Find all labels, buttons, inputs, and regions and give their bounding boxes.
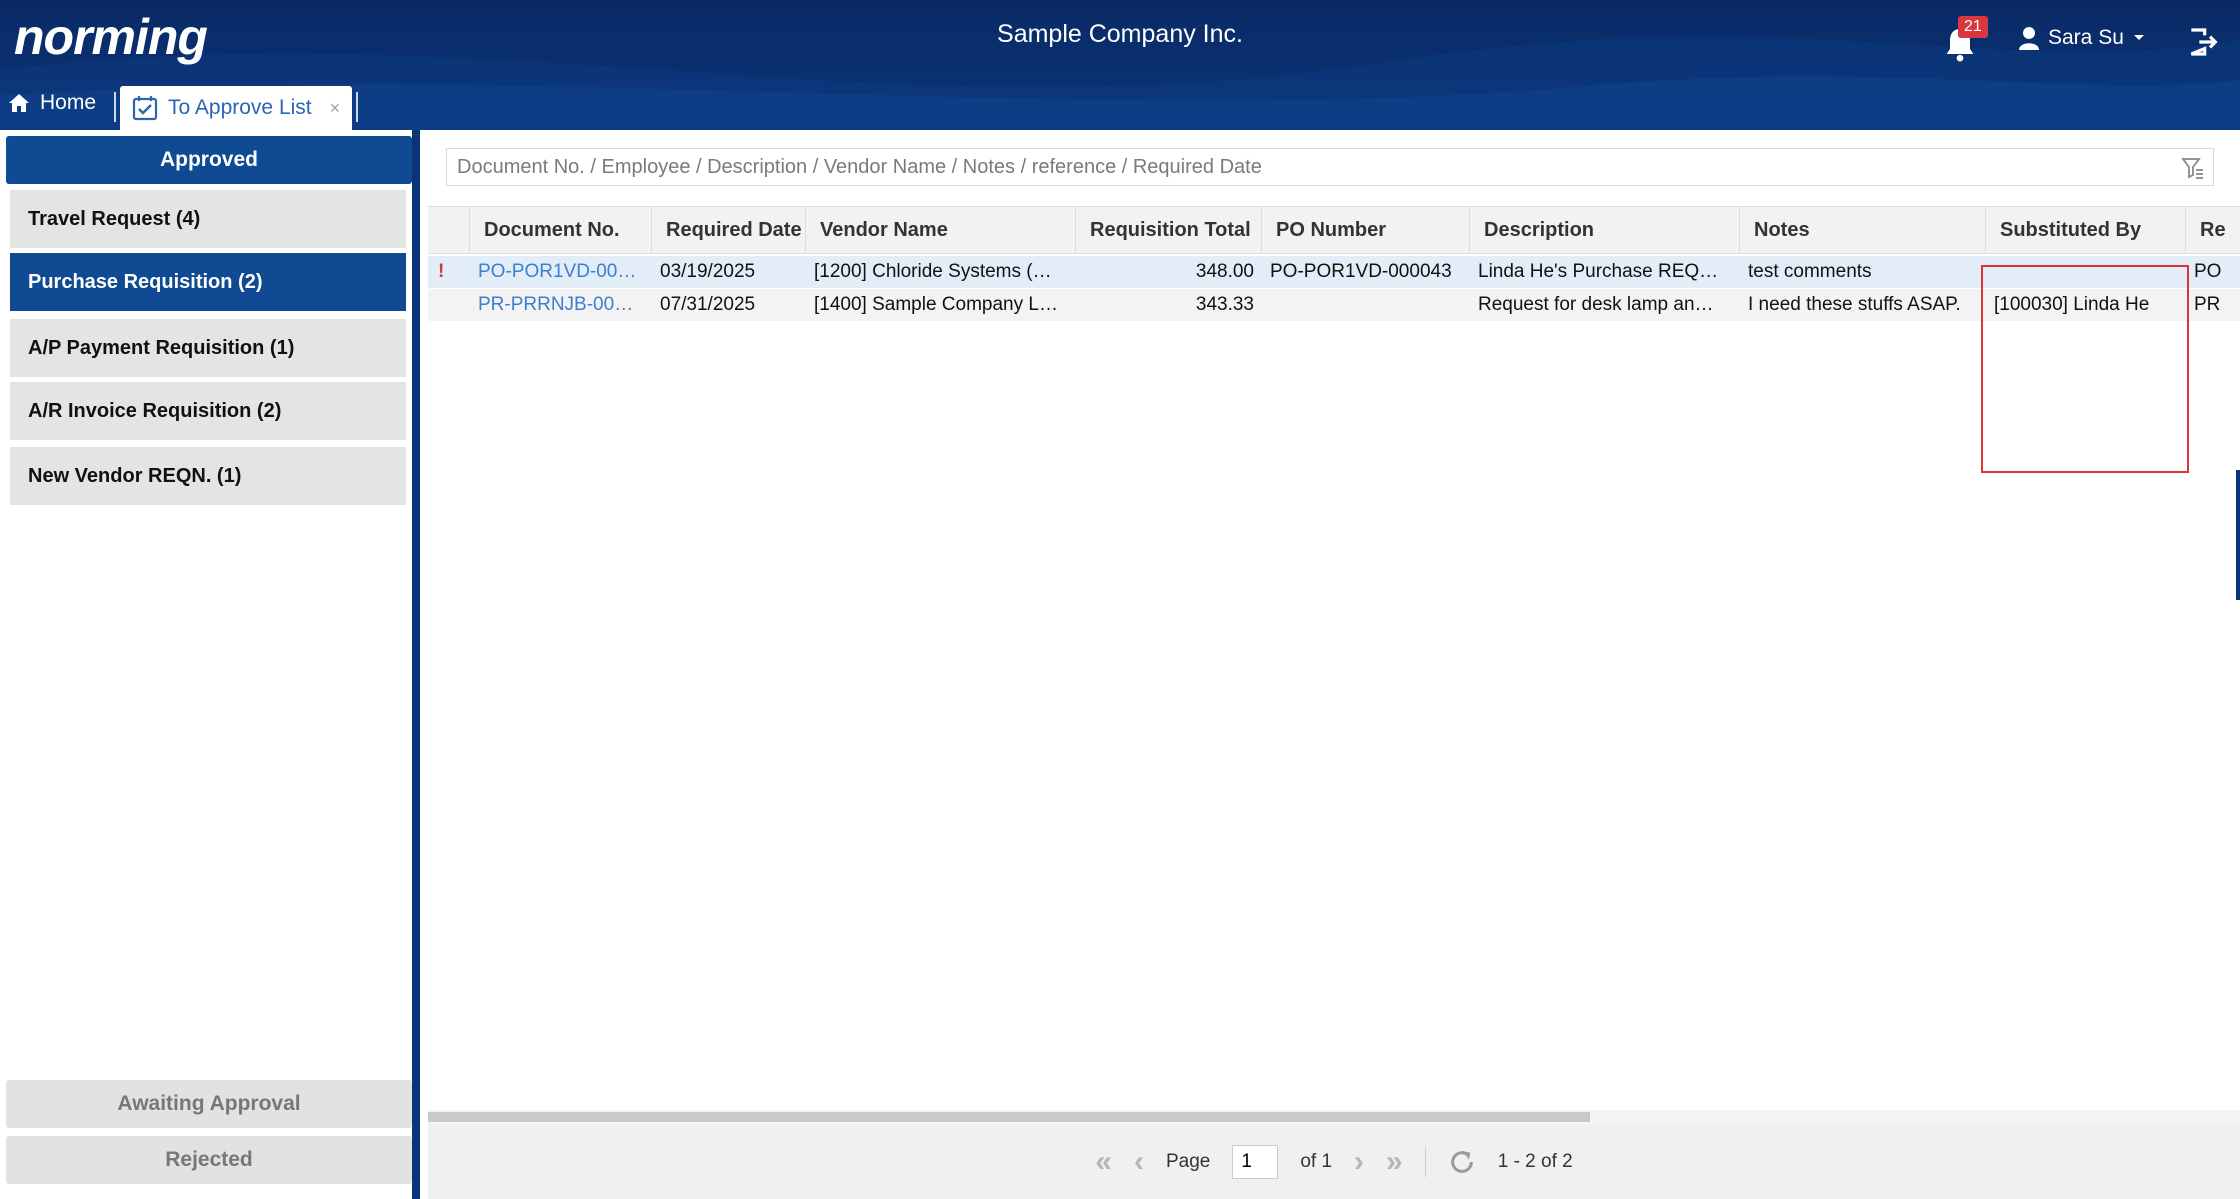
tab-divider (356, 92, 359, 122)
col-header-document-no[interactable]: Document No. (470, 207, 652, 253)
sidebar-item-ar-invoice-requisition[interactable]: A/R Invoice Requisition (2) (10, 382, 406, 440)
grid-header: Document No. Required Date Vendor Name R… (428, 206, 2240, 254)
scrollbar-thumb[interactable] (428, 1112, 1590, 1122)
col-header-po-number[interactable]: PO Number (1262, 207, 1470, 253)
tab-home-label: Home (40, 91, 97, 114)
horizontal-scrollbar[interactable] (428, 1110, 2240, 1124)
po-number-cell (1262, 289, 1470, 321)
tab-home[interactable]: Home (0, 84, 114, 130)
description-cell: Linda He's Purchase REQ… (1478, 261, 1719, 282)
page-total-label: of 1 (1300, 1150, 1333, 1172)
chevron-down-icon (2133, 35, 2144, 40)
tab-to-approve-list[interactable]: To Approve List × (120, 86, 353, 130)
tab-divider (114, 92, 117, 122)
col-header-notes[interactable]: Notes (1740, 207, 1986, 253)
calendar-check-icon (132, 96, 158, 121)
pager-divider (1424, 1146, 1426, 1177)
awaiting-approval-button[interactable]: Awaiting Approval (6, 1080, 412, 1128)
main-panel: Document No. Required Date Vendor Name R… (428, 130, 2240, 1199)
priority-flag: ! (438, 261, 445, 282)
user-menu[interactable]: Sara Su (2018, 26, 2146, 50)
rejected-button[interactable]: Rejected (6, 1136, 412, 1184)
sidebar-approved-header[interactable]: Approved (6, 136, 412, 184)
document-no-link[interactable]: PR-PRRNJB-00… (470, 289, 652, 321)
close-tab-icon[interactable]: × (330, 98, 341, 119)
col-header-vendor-name[interactable]: Vendor Name (806, 207, 1076, 253)
sidebar-item-ap-payment-requisition[interactable]: A/P Payment Requisition (1) (10, 319, 406, 377)
search-input[interactable] (447, 150, 2147, 184)
company-name: Sample Company Inc. (997, 20, 1243, 48)
col-header-description[interactable]: Description (1470, 207, 1740, 253)
reference-cell: PO (2194, 261, 2222, 282)
search-bar (446, 148, 2214, 186)
page-number-input[interactable] (1232, 1144, 1279, 1179)
tab-bar: Home To Approve List × (0, 84, 359, 130)
tab-to-approve-label: To Approve List (168, 96, 312, 119)
vertical-scroll-indicator[interactable] (2236, 470, 2240, 600)
substituted-by-cell: [100030] Linda He (1994, 294, 2150, 315)
next-page-icon[interactable]: › (1354, 1145, 1364, 1179)
approval-grid: Document No. Required Date Vendor Name R… (428, 206, 2240, 1106)
col-header-required-date[interactable]: Required Date (652, 207, 806, 253)
document-no-link[interactable]: PO-POR1VD-00… (470, 256, 652, 288)
notification-badge: 21 (1958, 16, 1988, 38)
app-header: norming Sample Company Inc. 21 Sara Su H… (0, 0, 2240, 130)
col-header-reference[interactable]: Re (2186, 207, 2240, 253)
record-range: 1 - 2 of 2 (1497, 1150, 1573, 1172)
first-page-icon[interactable]: « (1095, 1145, 1112, 1179)
vendor-name-cell: [1400] Sample Company L… (814, 294, 1058, 315)
substituted-by-cell (1986, 256, 2186, 288)
po-number-cell: PO-POR1VD-000043 (1270, 261, 1452, 282)
prev-page-icon[interactable]: ‹ (1134, 1145, 1144, 1179)
priority-flag (428, 289, 470, 321)
refresh-icon[interactable] (1448, 1148, 1476, 1176)
filter-icon[interactable] (2181, 156, 2205, 180)
required-date-cell: 03/19/2025 (660, 261, 756, 282)
vendor-name-cell: [1200] Chloride Systems (… (814, 261, 1052, 282)
description-cell: Request for desk lamp an… (1478, 294, 1714, 315)
reference-cell: PR (2194, 294, 2221, 315)
col-flag-header (428, 207, 470, 253)
table-row[interactable]: ! PO-POR1VD-00… 03/19/2025 [1200] Chlori… (428, 256, 2240, 288)
required-date-cell: 07/31/2025 (660, 294, 756, 315)
table-row[interactable]: PR-PRRNJB-00… 07/31/2025 [1400] Sample C… (428, 289, 2240, 321)
col-header-substituted-by[interactable]: Substituted By (1986, 207, 2186, 253)
page-label: Page (1165, 1150, 1211, 1172)
col-header-requisition-total[interactable]: Requisition Total (1076, 207, 1262, 253)
pagination-bar: « ‹ Page of 1 › » 1 - 2 of 2 (428, 1124, 2240, 1199)
user-name: Sara Su (2048, 26, 2124, 49)
requisition-total-cell: 348.00 (1195, 261, 1254, 282)
sidebar-item-purchase-requisition[interactable]: Purchase Requisition (2) (10, 253, 406, 311)
sidebar-item-travel-request[interactable]: Travel Request (4) (10, 190, 406, 248)
notes-cell: test comments (1748, 261, 1872, 282)
sidebar-item-new-vendor-reqn[interactable]: New Vendor REQN. (1) (10, 447, 406, 505)
user-icon (2019, 27, 2039, 50)
logout-icon[interactable] (2186, 26, 2218, 58)
last-page-icon[interactable]: » (1386, 1145, 1403, 1179)
requisition-total-cell: 343.33 (1195, 294, 1254, 315)
notes-cell: I need these stuffs ASAP. (1748, 294, 1961, 315)
sidebar: Approved Travel Request (4) Purchase Req… (0, 130, 420, 1199)
home-icon (9, 94, 29, 112)
